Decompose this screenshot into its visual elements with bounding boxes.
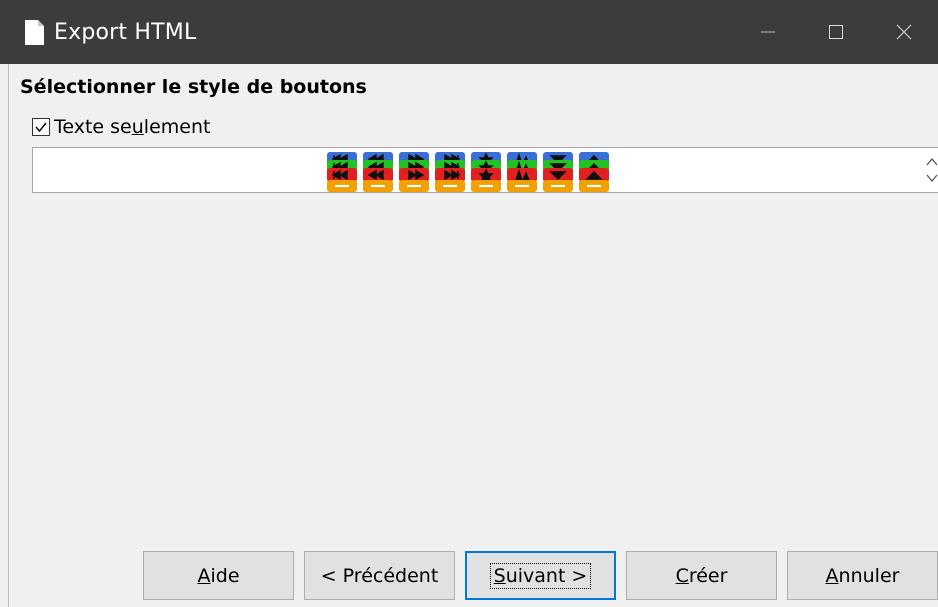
window-title: Export HTML (54, 19, 197, 45)
chevron-down-icon[interactable] (926, 174, 938, 183)
previous-page-icon (363, 152, 393, 192)
dialog-content: Sélectionner le style de boutons Texte s… (8, 64, 938, 607)
first-page-icon (327, 152, 357, 192)
chevron-up-icon[interactable] (926, 157, 938, 166)
cancel-button-label: Annuler (825, 564, 900, 587)
button-style-option[interactable] (325, 151, 611, 193)
text-icon (507, 152, 537, 192)
close-button[interactable] (870, 0, 938, 64)
previous-button-label: < Précédent (320, 564, 439, 587)
section-title: Sélectionner le style de boutons (20, 76, 367, 98)
checkmark-icon (35, 122, 47, 133)
text-only-checkbox[interactable] (32, 118, 50, 136)
text-only-checkbox-row[interactable]: Texte seulement (32, 116, 210, 138)
previous-button[interactable]: < Précédent (304, 551, 455, 600)
wizard-button-row: Aide < Précédent Suivant > Créer Annuler (143, 551, 938, 600)
next-button-label: Suivant > (489, 562, 592, 589)
help-button-label: Aide (197, 564, 240, 587)
next-page-icon (399, 152, 429, 192)
list-scroll-spinner[interactable] (926, 157, 938, 183)
minimize-icon (761, 31, 775, 33)
last-page-icon (435, 152, 465, 192)
close-icon (896, 24, 912, 40)
zoom-out-icon (579, 152, 609, 192)
create-button-label: Créer (675, 564, 728, 587)
title-bar: Export HTML (0, 0, 938, 64)
next-button[interactable]: Suivant > (465, 551, 616, 600)
cancel-button[interactable]: Annuler (787, 551, 938, 600)
contents-icon (471, 152, 501, 192)
button-style-list[interactable] (32, 147, 938, 193)
help-button[interactable]: Aide (143, 551, 294, 600)
document-icon (25, 19, 44, 45)
text-only-label: Texte seulement (54, 116, 211, 138)
maximize-button[interactable] (802, 0, 870, 64)
window-controls (734, 0, 938, 64)
maximize-icon (829, 25, 843, 39)
zoom-in-icon (543, 152, 573, 192)
minimize-button[interactable] (734, 0, 802, 64)
create-button[interactable]: Créer (626, 551, 777, 600)
